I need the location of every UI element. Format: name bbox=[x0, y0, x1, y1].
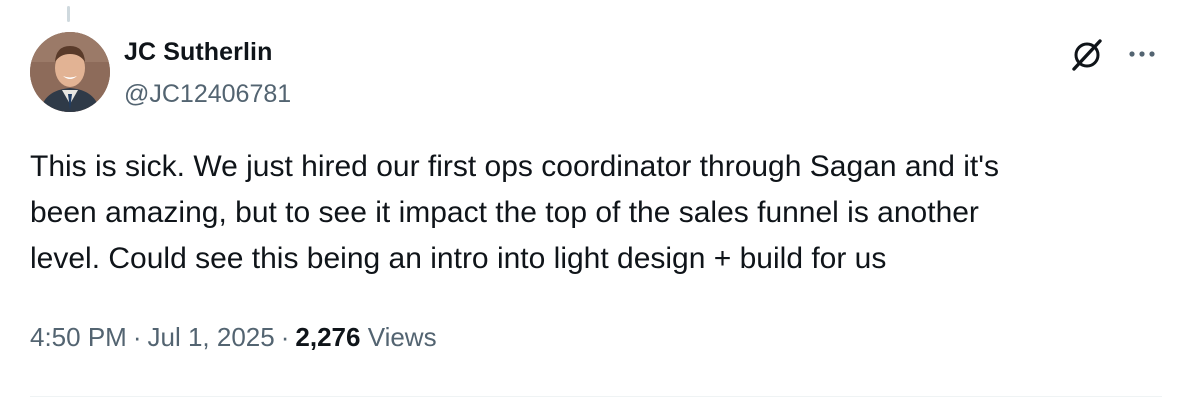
tweet-text: This is sick. We just hired our first op… bbox=[30, 150, 999, 275]
views-label[interactable]: Views bbox=[368, 322, 437, 352]
tweet-time[interactable]: 4:50 PM bbox=[30, 322, 127, 352]
avatar[interactable] bbox=[30, 32, 110, 112]
meta-separator: · bbox=[132, 322, 142, 352]
tweet-date[interactable]: Jul 1, 2025 bbox=[148, 322, 275, 352]
meta-separator: · bbox=[280, 322, 290, 352]
tweet-metadata: 4:50 PM · Jul 1, 2025 · 2,276 Views bbox=[30, 322, 437, 353]
more-options-icon[interactable] bbox=[1124, 42, 1160, 66]
views-count[interactable]: 2,276 bbox=[295, 322, 360, 352]
author-display-name[interactable]: JC Sutherlin bbox=[124, 38, 272, 67]
profile-photo-icon bbox=[30, 32, 110, 112]
author-handle[interactable]: @JC12406781 bbox=[124, 80, 291, 109]
thread-connector-line bbox=[67, 6, 70, 22]
grok-icon[interactable] bbox=[1068, 36, 1106, 74]
divider bbox=[30, 396, 1162, 397]
